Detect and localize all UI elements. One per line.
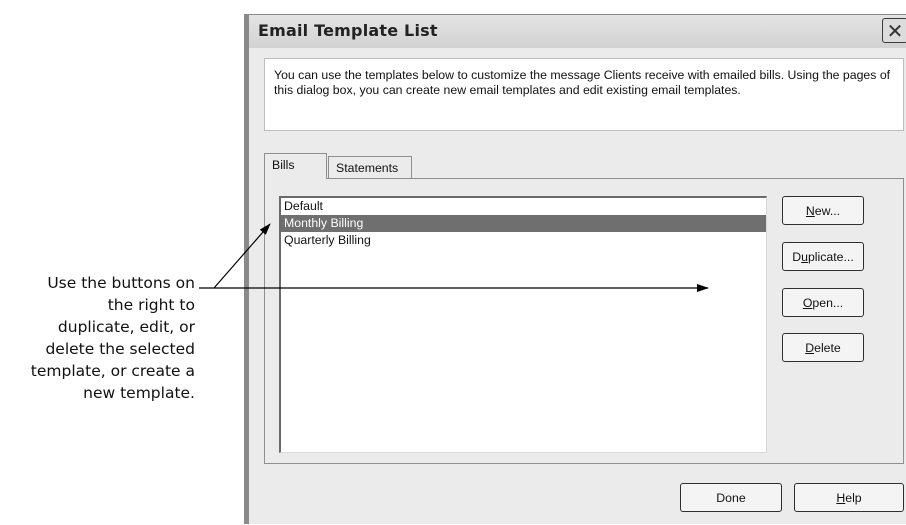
email-template-list-dialog: Email Template List ✕ You can use the te…: [244, 14, 906, 524]
title-bar[interactable]: Email Template List ✕: [249, 15, 906, 48]
open-button[interactable]: Open...: [782, 288, 864, 317]
callout-line: new template.: [83, 384, 195, 402]
list-item-default[interactable]: Default: [281, 198, 766, 215]
open-button-label: Open...: [802, 295, 844, 310]
close-icon: ✕: [886, 18, 904, 43]
callout-text: Use the buttons on the right to duplicat…: [0, 272, 195, 404]
description-panel: You can use the templates below to custo…: [264, 58, 904, 131]
help-button[interactable]: Help: [794, 483, 904, 512]
bills-tab-panel: Default Monthly Billing Quarterly Billin…: [264, 178, 904, 464]
tab-label: Statements: [336, 161, 399, 175]
done-button[interactable]: Done: [680, 483, 782, 512]
new-button-label: New...: [805, 203, 841, 218]
help-button-label: Help: [836, 490, 862, 505]
tab-bills[interactable]: Bills: [264, 153, 327, 179]
tab-statements[interactable]: Statements: [328, 156, 412, 180]
duplicate-button[interactable]: Duplicate...: [782, 242, 864, 271]
description-text: You can use the templates below to custo…: [274, 68, 891, 97]
callout-line: template, or create a: [30, 362, 195, 380]
dialog-title: Email Template List: [258, 21, 438, 40]
callout-line: duplicate, edit, or: [57, 318, 195, 336]
list-item-quarterly-billing[interactable]: Quarterly Billing: [281, 232, 766, 249]
close-button[interactable]: ✕: [882, 18, 906, 43]
duplicate-button-label: Duplicate...: [792, 249, 854, 264]
new-button[interactable]: New...: [782, 196, 864, 225]
tab-label: Bills: [272, 158, 295, 172]
done-button-label: Done: [716, 490, 746, 505]
delete-button[interactable]: Delete: [782, 333, 864, 362]
dialog-footer: Done Help: [249, 470, 906, 525]
callout-line: delete the selected: [45, 340, 195, 358]
callout-line: Use the buttons on: [47, 274, 195, 292]
delete-button-label: Delete: [805, 340, 841, 355]
template-list[interactable]: Default Monthly Billing Quarterly Billin…: [279, 196, 767, 453]
list-item-monthly-billing[interactable]: Monthly Billing: [281, 215, 766, 232]
callout-line: the right to: [107, 296, 195, 314]
